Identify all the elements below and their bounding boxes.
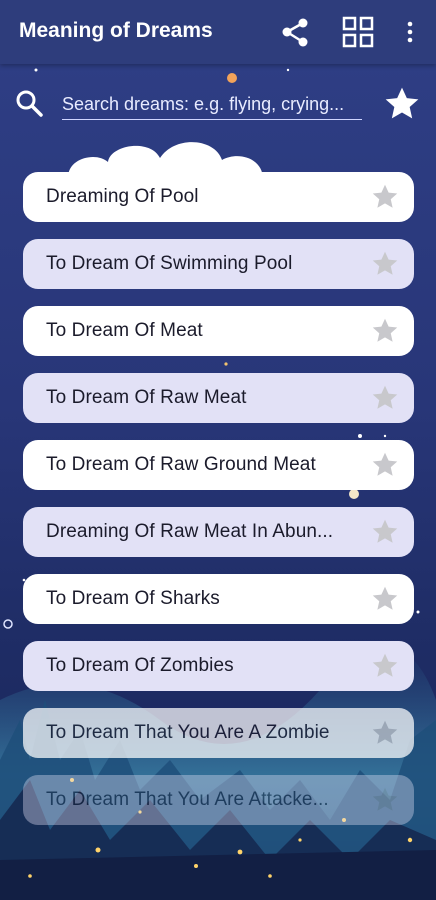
app-title: Meaning of Dreams bbox=[19, 19, 213, 42]
dream-list: Dreaming Of Pool To Dream Of Swimming Po… bbox=[0, 0, 436, 900]
list-item[interactable]: To Dream That You Are A Zombie bbox=[23, 708, 414, 758]
list-item[interactable]: To Dream Of Swimming Pool bbox=[23, 239, 414, 289]
list-item[interactable]: To Dream Of Meat bbox=[23, 306, 414, 356]
item-label: To Dream Of Sharks bbox=[46, 588, 220, 609]
star-icon[interactable] bbox=[370, 182, 400, 212]
search-input[interactable] bbox=[62, 89, 362, 120]
star-icon[interactable] bbox=[370, 316, 400, 346]
share-icon[interactable] bbox=[279, 16, 311, 48]
star-icon[interactable] bbox=[370, 785, 400, 815]
list-item[interactable]: To Dream Of Sharks bbox=[23, 574, 414, 624]
star-icon[interactable] bbox=[370, 249, 400, 279]
search-icon[interactable] bbox=[14, 88, 44, 118]
star-icon[interactable] bbox=[382, 84, 422, 124]
item-label: To Dream Of Swimming Pool bbox=[46, 253, 293, 274]
grid-icon[interactable] bbox=[341, 15, 375, 49]
search-bar bbox=[0, 80, 436, 128]
list-item[interactable]: Dreaming Of Pool bbox=[23, 172, 414, 222]
list-item[interactable]: To Dream That You Are Attacke... bbox=[23, 775, 414, 825]
item-label: Dreaming Of Raw Meat In Abun... bbox=[46, 521, 334, 542]
star-icon[interactable] bbox=[370, 584, 400, 614]
app-bar: Meaning of Dreams bbox=[0, 0, 436, 64]
item-label: To Dream That You Are Attacke... bbox=[46, 789, 329, 810]
item-label: Dreaming Of Pool bbox=[46, 186, 199, 207]
star-icon[interactable] bbox=[370, 383, 400, 413]
item-label: To Dream That You Are A Zombie bbox=[46, 722, 330, 743]
more-vert-icon[interactable] bbox=[402, 20, 418, 46]
list-item[interactable]: To Dream Of Raw Meat bbox=[23, 373, 414, 423]
star-icon[interactable] bbox=[370, 517, 400, 547]
list-item[interactable]: To Dream Of Zombies bbox=[23, 641, 414, 691]
item-label: To Dream Of Meat bbox=[46, 320, 203, 341]
list-item[interactable]: To Dream Of Raw Ground Meat bbox=[23, 440, 414, 490]
item-label: To Dream Of Raw Meat bbox=[46, 387, 247, 408]
star-icon[interactable] bbox=[370, 450, 400, 480]
star-icon[interactable] bbox=[370, 718, 400, 748]
item-label: To Dream Of Raw Ground Meat bbox=[46, 454, 316, 475]
star-icon[interactable] bbox=[370, 651, 400, 681]
item-label: To Dream Of Zombies bbox=[46, 655, 234, 676]
list-item[interactable]: Dreaming Of Raw Meat In Abun... bbox=[23, 507, 414, 557]
